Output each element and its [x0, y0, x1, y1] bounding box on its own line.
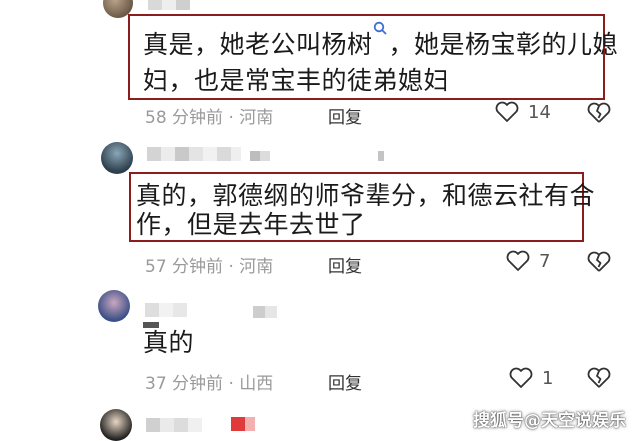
- badge-blurred: [253, 306, 277, 318]
- comment-text: 真的: [143, 328, 195, 357]
- avatar[interactable]: [98, 290, 130, 322]
- comment-time-location: 37 分钟前 · 山西: [145, 374, 274, 394]
- like-button[interactable]: 1: [508, 366, 553, 390]
- comment-time-location: 58 分钟前 · 河南: [145, 108, 274, 128]
- avatar[interactable]: [101, 142, 133, 174]
- reply-button[interactable]: 回复: [328, 252, 362, 277]
- username-blurred[interactable]: [148, 0, 190, 10]
- comment-text-line2: 妇，也是常宝丰的徒弟媳妇: [143, 66, 450, 95]
- badge-blurred: [378, 151, 384, 161]
- like-button[interactable]: 14: [494, 100, 551, 124]
- username-blurred[interactable]: [146, 418, 202, 432]
- watermark: 搜狐号@天空说娱乐: [473, 411, 626, 431]
- heart-icon: [506, 250, 530, 271]
- like-count: 14: [528, 101, 551, 123]
- username-blurred[interactable]: [145, 303, 187, 317]
- reply-button[interactable]: 回复: [328, 103, 362, 128]
- badge-blurred: [250, 151, 270, 161]
- avatar[interactable]: [100, 409, 132, 441]
- search-icon[interactable]: [373, 21, 389, 37]
- broken-heart-icon[interactable]: [586, 101, 612, 125]
- like-count: 7: [539, 250, 551, 272]
- broken-heart-icon[interactable]: [586, 366, 612, 390]
- badge-blurred: [231, 417, 255, 431]
- like-count: 1: [542, 367, 554, 389]
- heart-icon: [495, 101, 519, 122]
- comment-text: 真是，她老公叫杨树 ，她是杨宝彰的儿媳: [143, 21, 618, 64]
- username-blurred[interactable]: [147, 147, 241, 161]
- heart-icon: [509, 367, 533, 388]
- broken-heart-icon[interactable]: [586, 250, 612, 274]
- comment-text-line2: 作，但是去年去世了: [136, 210, 366, 239]
- like-button[interactable]: 7: [505, 249, 550, 273]
- reply-button[interactable]: 回复: [328, 369, 362, 394]
- comment-time-location: 57 分钟前 · 河南: [145, 257, 274, 277]
